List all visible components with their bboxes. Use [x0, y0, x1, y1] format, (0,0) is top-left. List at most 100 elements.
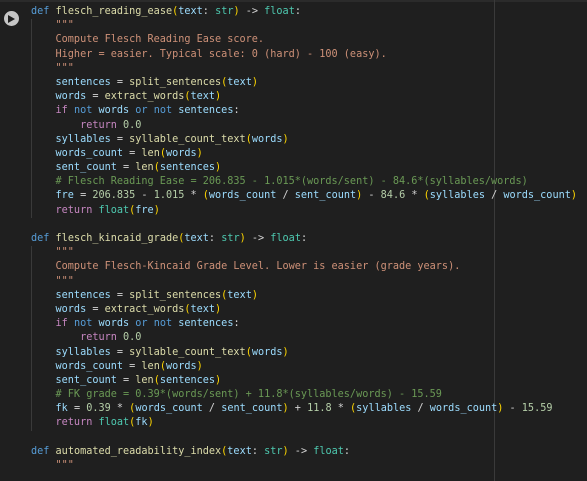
code-token: def: [31, 6, 56, 17]
code-token: len: [135, 162, 154, 174]
code-line[interactable]: words = extract_words(text): [0, 90, 587, 104]
code-token: syllables: [31, 346, 111, 358]
code-line-text: def flesch_reading_ease(text: str) -> fl…: [31, 5, 301, 19]
code-token: =: [110, 346, 130, 358]
code-token: text: [190, 303, 216, 315]
code-line[interactable]: Compute Flesch-Kincaid Grade Level. Lowe…: [0, 260, 587, 274]
code-line[interactable]: sentences = split_sentences(text): [0, 76, 587, 90]
code-line-text: # Flesch Reading Ease = 206.835 - 1.015*…: [31, 175, 528, 189]
code-token: sentences: [31, 289, 111, 301]
code-line[interactable]: def flesch_reading_ease(text: str) -> fl…: [0, 5, 587, 19]
code-token: text: [227, 76, 252, 88]
code-token: ): [215, 303, 222, 315]
code-line[interactable]: sent_count = len(sentences): [0, 161, 587, 175]
code-token: =: [86, 303, 105, 315]
code-token: float: [98, 204, 130, 216]
code-line-text: return float(fre): [31, 204, 160, 218]
code-line-text: sentences = split_sentences(text): [31, 289, 258, 303]
code-token: =: [116, 162, 136, 174]
code-line[interactable]: sentences = split_sentences(text): [0, 289, 587, 303]
code-token: =: [110, 289, 130, 301]
code-line[interactable]: # Flesch Reading Ease = 206.835 - 1.015*…: [0, 175, 587, 189]
code-line[interactable]: """: [0, 246, 587, 260]
code-token: str: [264, 445, 283, 457]
code-line-text: sentences = split_sentences(text): [31, 76, 258, 90]
code-token: =: [123, 147, 142, 159]
code-token: *: [184, 190, 203, 202]
code-token: :: [233, 105, 240, 117]
code-line[interactable]: words = extract_words(text): [0, 303, 587, 317]
code-line[interactable]: syllables = syllable_count_text(words): [0, 346, 587, 360]
code-token: :: [208, 233, 222, 244]
code-token: str: [215, 6, 234, 17]
code-token: =: [86, 91, 105, 103]
code-line[interactable]: # FK grade = 0.39*(words/sent) + 11.8*(s…: [0, 388, 587, 402]
code-token: """: [31, 275, 74, 287]
code-token: float: [98, 417, 130, 429]
code-line[interactable]: """: [0, 19, 587, 33]
code-token: syllables: [429, 190, 485, 202]
code-token: +: [288, 403, 308, 415]
code-line[interactable]: sent_count = len(sentences): [0, 374, 587, 388]
code-token: :: [251, 445, 265, 457]
code-token: *: [405, 190, 424, 202]
code-token: words: [165, 147, 197, 159]
code-line-text: fk = 0.39 * (words_count / sent_count) +…: [31, 402, 553, 416]
code-line[interactable]: fre = 206.835 - 1.015 * (words_count / s…: [0, 189, 587, 203]
code-token: ): [282, 346, 289, 358]
code-line[interactable]: """: [0, 275, 587, 289]
code-token: flesch_reading_ease: [55, 6, 173, 17]
code-line[interactable]: return 0.0: [0, 119, 587, 133]
code-line[interactable]: def flesch_kincaid_grade(text: str) -> f…: [0, 232, 587, 246]
code-token: words_count: [429, 403, 498, 415]
code-line[interactable]: fk = 0.39 * (words_count / sent_count) +…: [0, 402, 587, 416]
code-line[interactable]: if not words or not sentences:: [0, 317, 587, 331]
code-token: fk: [31, 403, 68, 415]
code-token: words_count: [503, 190, 571, 202]
code-line-text: Compute Flesch-Kincaid Grade Level. Lowe…: [31, 260, 461, 274]
code-line[interactable]: [0, 431, 587, 445]
code-line[interactable]: Higher = easier. Typical scale: 0 (hard)…: [0, 48, 587, 62]
code-token: return: [31, 332, 124, 344]
code-line[interactable]: if not words or not sentences:: [0, 104, 587, 118]
code-line[interactable]: """: [0, 459, 587, 473]
code-token: len: [141, 147, 160, 159]
code-token: -: [135, 190, 154, 202]
code-token: =: [123, 360, 142, 372]
code-line[interactable]: Compute Flesch Reading Ease score.: [0, 33, 587, 47]
code-token: syllables: [31, 133, 111, 145]
code-line[interactable]: return 0.0: [0, 331, 587, 345]
code-token: float: [270, 233, 301, 244]
code-token: :: [343, 445, 351, 457]
code-token: ->: [239, 6, 265, 17]
code-token: sentences: [159, 374, 216, 386]
code-token: str: [221, 233, 240, 244]
code-line[interactable]: words_count = len(words): [0, 147, 587, 161]
code-line[interactable]: return float(fre): [0, 204, 587, 218]
code-token: ): [251, 289, 258, 301]
code-token: ): [251, 76, 258, 88]
code-token: sentences: [178, 318, 234, 330]
code-line[interactable]: words_count = len(words): [0, 360, 587, 374]
code-token: return: [31, 119, 124, 131]
code-token: if: [31, 105, 74, 117]
code-line[interactable]: [0, 218, 587, 232]
code-line[interactable]: """: [0, 62, 587, 76]
code-line[interactable]: def automated_readability_index(text: st…: [0, 445, 587, 459]
code-line-text: if not words or not sentences:: [31, 317, 240, 331]
code-editor[interactable]: def flesch_reading_ease(text: str) -> fl…: [0, 5, 587, 473]
code-token: sentences: [159, 162, 216, 174]
code-token: ): [215, 162, 222, 174]
code-token: *: [331, 403, 351, 415]
code-line[interactable]: syllables = syllable_count_text(words): [0, 133, 587, 147]
code-token: syllable_count_text: [129, 133, 246, 145]
code-token: len: [135, 374, 154, 386]
code-token: words: [251, 346, 283, 358]
code-token: -: [503, 403, 522, 415]
code-line[interactable]: return float(fk): [0, 416, 587, 430]
code-token: len: [141, 360, 160, 372]
code-token: ): [153, 204, 160, 216]
code-token: sentences: [178, 105, 234, 117]
code-token: extract_words: [104, 303, 185, 315]
code-line-text: """: [31, 19, 74, 33]
